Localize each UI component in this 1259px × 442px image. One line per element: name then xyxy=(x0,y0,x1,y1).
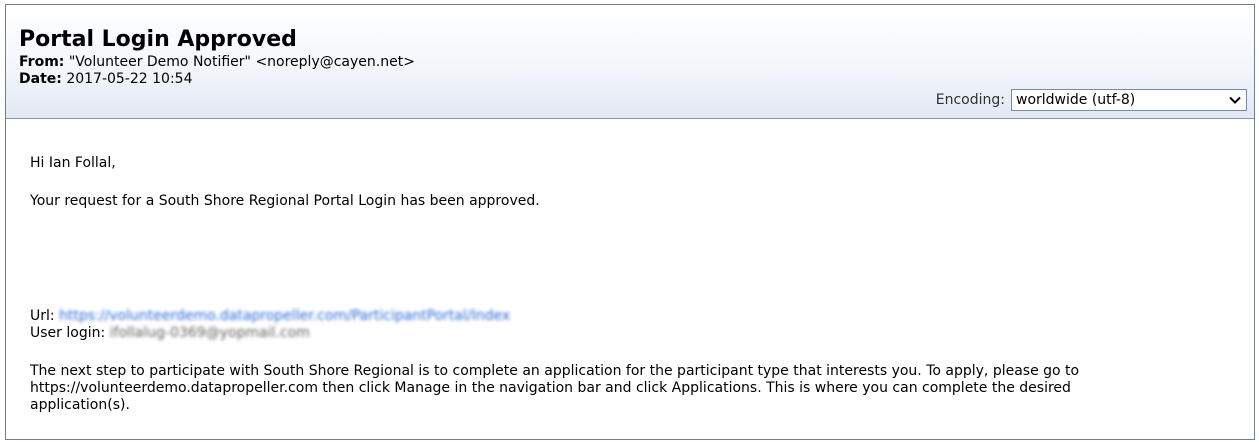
from-label: From: xyxy=(19,54,65,70)
greeting-text: Hi Ian Follal, xyxy=(30,155,116,171)
user-login-row: User login: ifollalug-0369@yopmail.com xyxy=(30,325,310,342)
encoding-control: Encoding: worldwide (utf-8) xyxy=(936,89,1247,111)
url-label: Url: xyxy=(30,308,55,324)
email-subject: Portal Login Approved xyxy=(19,27,297,52)
date-value: 2017-05-22 10:54 xyxy=(66,71,193,87)
from-row: From: "Volunteer Demo Notifier" <noreply… xyxy=(19,54,415,70)
date-label: Date: xyxy=(19,71,62,87)
from-value: "Volunteer Demo Notifier" <noreply@cayen… xyxy=(68,54,415,70)
user-login-label: User login: xyxy=(30,325,106,341)
approval-text: Your request for a South Shore Regional … xyxy=(30,193,540,209)
chevron-down-icon[interactable] xyxy=(1229,94,1241,106)
url-row: Url: https://volunteerdemo.datapropeller… xyxy=(30,308,510,325)
date-row: Date: 2017-05-22 10:54 xyxy=(19,71,192,87)
email-viewer-window: Portal Login Approved From: "Volunteer D… xyxy=(5,4,1255,440)
encoding-select[interactable]: worldwide (utf-8) xyxy=(1011,89,1247,111)
encoding-selected-value: worldwide (utf-8) xyxy=(1016,92,1136,108)
next-step-text: The next step to participate with South … xyxy=(30,363,1080,413)
encoding-label: Encoding: xyxy=(935,92,1005,108)
email-header: Portal Login Approved From: "Volunteer D… xyxy=(6,5,1254,119)
portal-url-link[interactable]: https://volunteerdemo.datapropeller.com/… xyxy=(59,308,510,324)
user-login-value: ifollalug-0369@yopmail.com xyxy=(109,325,310,341)
